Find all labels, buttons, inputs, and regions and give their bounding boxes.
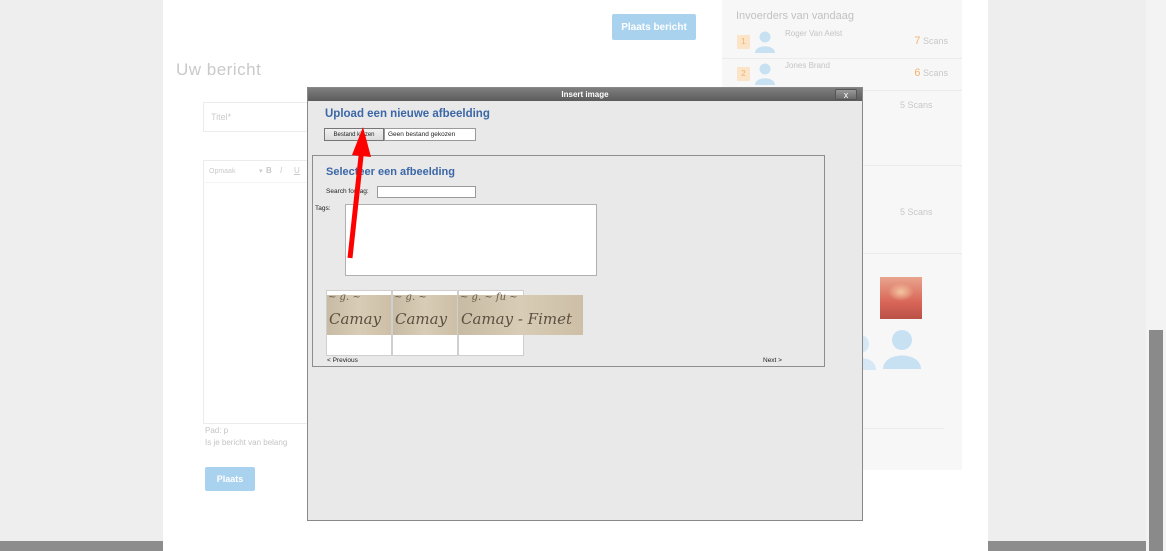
next-page-link[interactable]: Next >: [763, 357, 782, 364]
ranking-row[interactable]: 2 Jones Brand 6 Scans: [722, 59, 962, 89]
message-editor[interactable]: [203, 182, 315, 424]
annotation-arrow: [347, 127, 371, 259]
title-placeholder: Titel*: [211, 112, 232, 122]
editor-toolbar: Opmaak ▾ B I U: [203, 160, 315, 183]
profile-photo[interactable]: [880, 277, 922, 319]
left-gutter: [0, 0, 163, 551]
dialog-title: Insert image: [561, 90, 609, 99]
handwriting-scan-image: ~ g. ~ fu ~ Camay - Fimet: [458, 292, 583, 335]
vertical-scrollbar[interactable]: [1146, 0, 1166, 551]
post-button[interactable]: Plaats: [205, 467, 255, 491]
chevron-down-icon[interactable]: ▾: [259, 167, 263, 175]
divider: [862, 428, 944, 429]
right-gutter: [988, 0, 1146, 551]
scan-count: 5 Scans: [900, 207, 933, 217]
insert-image-dialog: Insert image x Upload een nieuwe afbeeld…: [307, 87, 863, 521]
image-thumbnail[interactable]: ~ g. ~ fu ~ Camay - Fimet: [458, 290, 583, 356]
important-question: Is je bericht van belang: [205, 438, 288, 447]
underline-button[interactable]: U: [294, 166, 300, 175]
selected-file-label: Geen bestand gekozen: [384, 128, 476, 141]
contributor-name[interactable]: Roger Van Aelst: [785, 29, 842, 38]
upload-section-title: Upload een nieuwe afbeelding: [325, 108, 490, 120]
image-thumbnail[interactable]: ~ g. ~ Camay: [326, 290, 392, 356]
image-thumbnail[interactable]: ~ g. ~ Camay: [392, 290, 458, 356]
scan-count: 6 Scans: [914, 67, 948, 79]
dialog-titlebar[interactable]: Insert image x: [308, 88, 862, 101]
scan-count: 7 Scans: [914, 35, 948, 47]
title-input[interactable]: Titel*: [203, 102, 315, 132]
previous-page-link[interactable]: < Previous: [327, 357, 358, 364]
italic-button[interactable]: I: [280, 166, 282, 175]
user-avatar-icon: [755, 63, 775, 85]
user-avatar-icon: [755, 31, 775, 53]
handwriting-scan-image: ~ g. ~ Camay: [393, 292, 457, 335]
contributor-name[interactable]: Jones Brand: [785, 61, 830, 70]
editor-path: Pad: p: [205, 426, 229, 435]
close-icon[interactable]: x: [835, 89, 857, 100]
post-message-button-top[interactable]: Plaats bericht: [612, 14, 696, 40]
handwriting-scan-image: ~ g. ~ Camay: [327, 292, 391, 335]
user-avatar-icon: [862, 335, 876, 370]
scan-count: 5 Scans: [900, 100, 933, 110]
scrollbar-thumb[interactable]: [1149, 330, 1163, 551]
search-tag-input[interactable]: [377, 186, 476, 198]
user-avatar-icon[interactable]: [881, 327, 923, 369]
format-dropdown[interactable]: Opmaak: [209, 168, 235, 175]
bold-button[interactable]: B: [266, 166, 272, 175]
rank-number: 1: [737, 35, 750, 49]
page-title: Uw bericht: [176, 60, 262, 79]
tags-label: Tags:: [315, 205, 331, 212]
select-image-section: Selecteer een afbeelding Search for tag:…: [312, 155, 825, 367]
rank-number: 2: [737, 67, 750, 81]
todays-contributors-heading: Invoerders van vandaag: [736, 10, 855, 22]
ranking-row[interactable]: 1 Roger Van Aelst 7 Scans: [722, 27, 962, 57]
tags-list[interactable]: [345, 204, 597, 276]
